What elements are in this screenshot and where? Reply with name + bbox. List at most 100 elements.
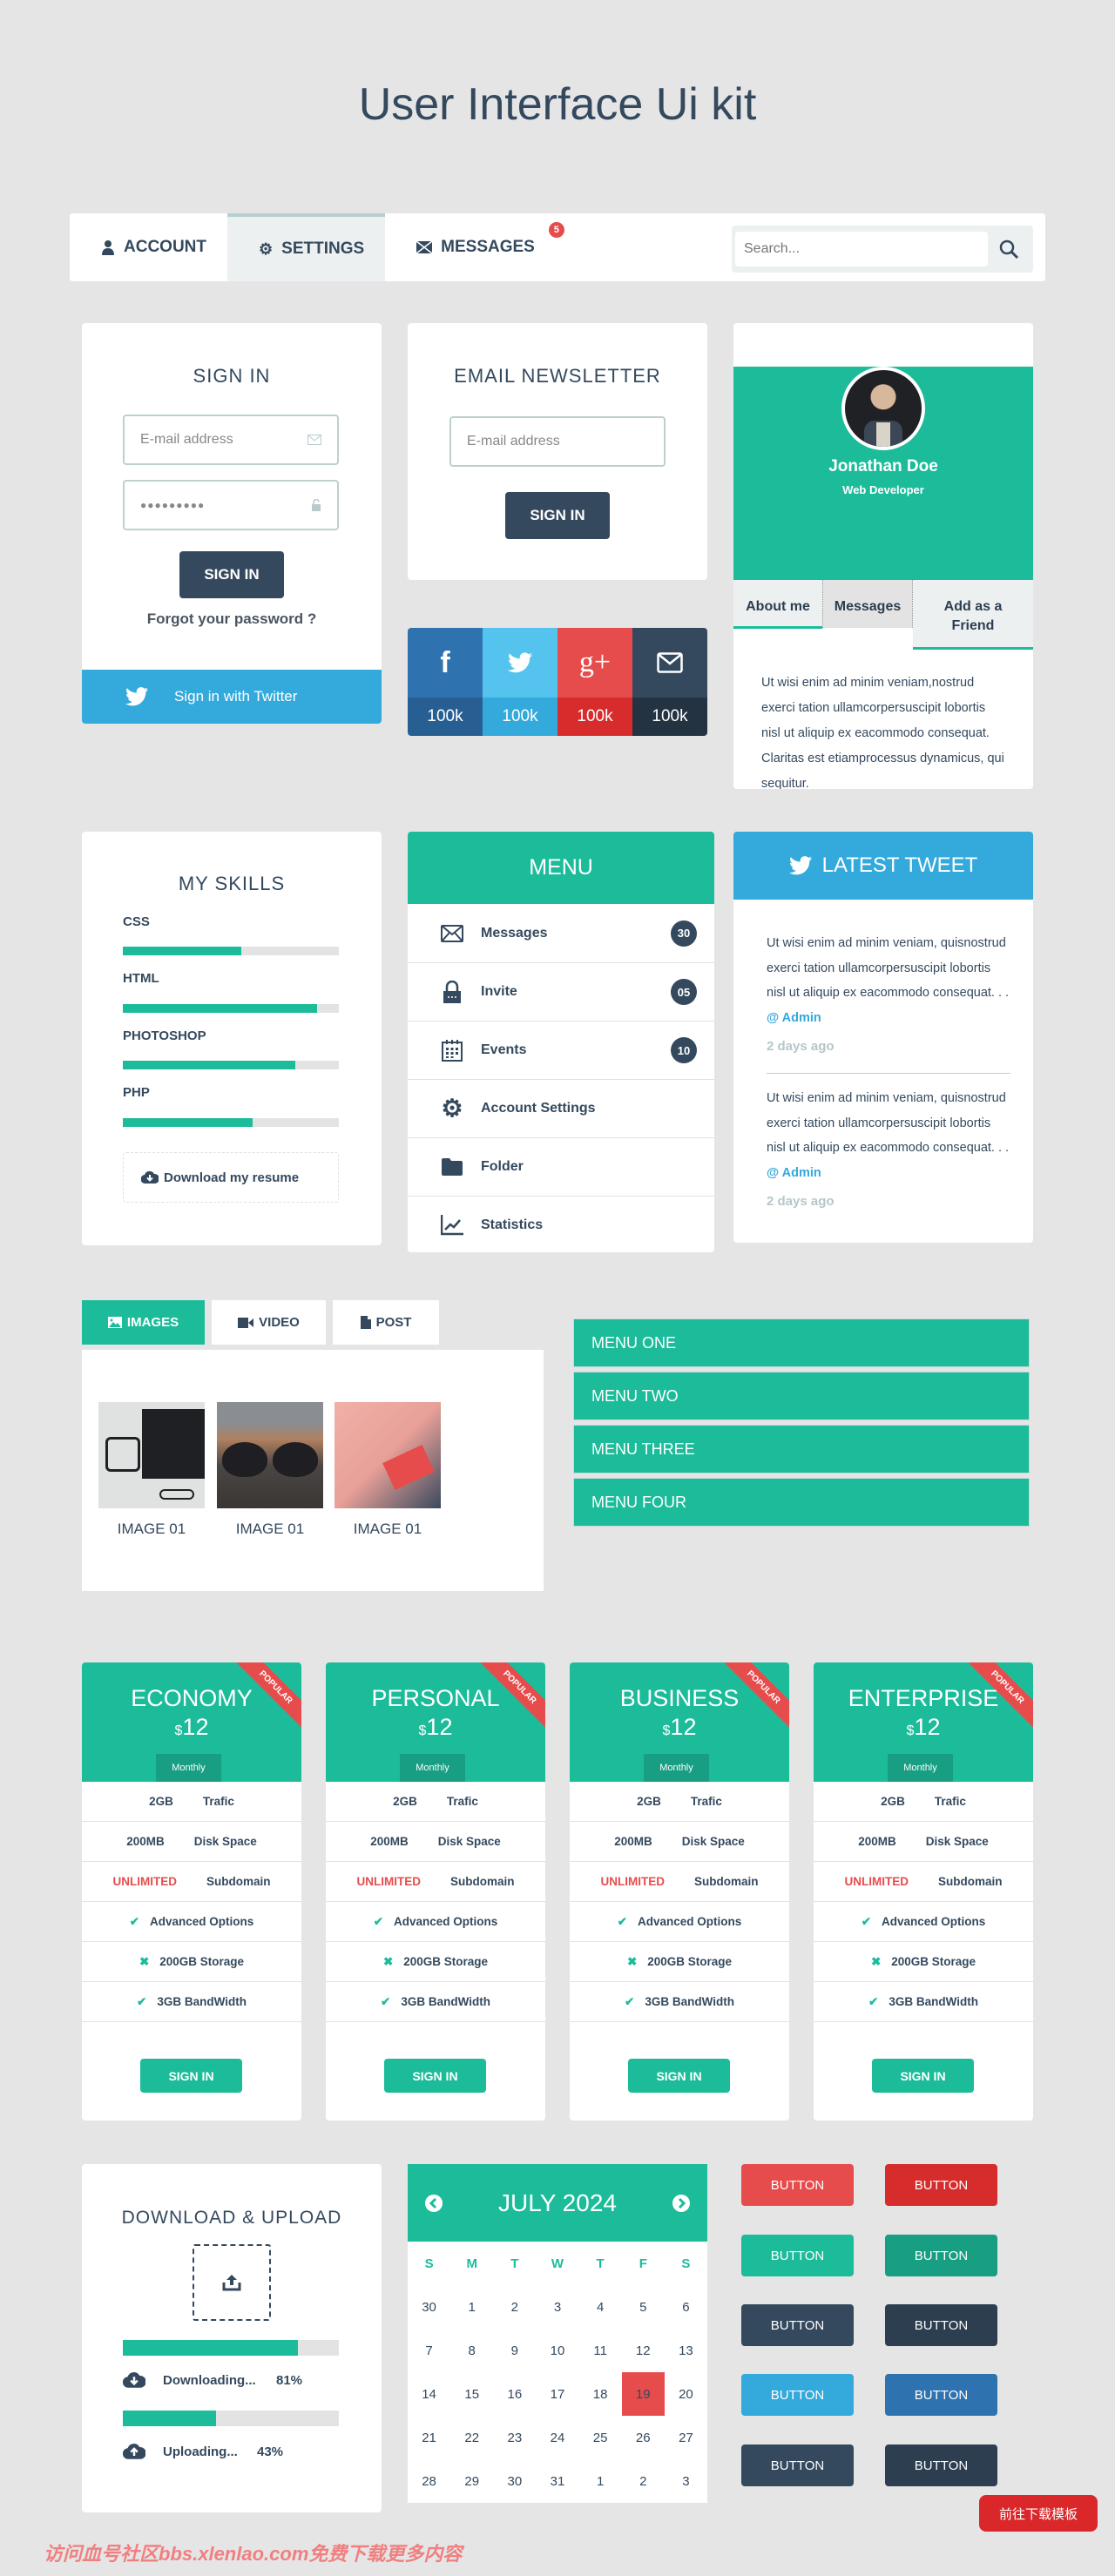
calendar-day[interactable]: 14 [408, 2372, 450, 2416]
calendar-day[interactable]: 11 [579, 2329, 622, 2372]
billing-period: Monthly [156, 1754, 221, 1782]
sample-button[interactable]: BUTTON [741, 2304, 854, 2346]
sample-button[interactable]: BUTTON [885, 2445, 997, 2486]
menu-item-statistics[interactable]: Statistics [408, 1196, 714, 1252]
signin-password-field[interactable]: ●●●●●●●●● [123, 480, 339, 530]
calendar-day[interactable]: 2 [622, 2459, 665, 2503]
calendar-day[interactable]: 22 [450, 2416, 493, 2459]
sample-button[interactable]: BUTTON [885, 2304, 997, 2346]
search-input[interactable] [735, 232, 988, 266]
nav-messages[interactable]: MESSAGES 5 [385, 213, 577, 281]
calendar-day[interactable]: 20 [665, 2372, 707, 2416]
sample-button[interactable]: BUTTON [885, 2235, 997, 2276]
folder-icon [442, 1158, 463, 1176]
download-status: Downloading... 81% [123, 2371, 302, 2389]
accordion-item-one[interactable]: MENU ONE [573, 1318, 1030, 1367]
tweet-author-link[interactable]: @ Admin [767, 1166, 821, 1180]
email-placeholder: E-mail address [140, 432, 233, 447]
calendar-day[interactable]: 7 [408, 2329, 450, 2372]
feature-row: 200MB Disk Space [326, 1822, 545, 1862]
newsletter-signin-button[interactable]: SIGN IN [505, 492, 610, 539]
social-twitter[interactable]: 100k [483, 628, 558, 736]
calendar-day[interactable]: 17 [536, 2372, 578, 2416]
calendar-day[interactable]: 27 [665, 2416, 707, 2459]
download-template-button[interactable]: 前往下载模板 [979, 2495, 1098, 2532]
menu-item-events[interactable]: Events 10 [408, 1021, 714, 1079]
tab-add-friend[interactable]: Add as a Friend [913, 580, 1033, 650]
nav-account[interactable]: ACCOUNT [70, 213, 227, 281]
twitter-signin-button[interactable]: Sign in with Twitter [82, 670, 382, 724]
calendar-day[interactable]: 23 [493, 2416, 536, 2459]
calendar-day[interactable]: 31 [536, 2459, 578, 2503]
social-email[interactable]: 100k [632, 628, 707, 736]
calendar-day[interactable]: 29 [450, 2459, 493, 2503]
calendar-day[interactable]: 3 [536, 2285, 578, 2329]
plan-signin-button[interactable]: SIGN IN [140, 2059, 242, 2093]
sample-button[interactable]: BUTTON [741, 2164, 854, 2206]
feature-row: UNLIMITED Subdomain [814, 1862, 1033, 1902]
calendar-day[interactable]: 10 [536, 2329, 578, 2372]
menu-item-invite[interactable]: Invite 05 [408, 962, 714, 1021]
tab-post[interactable]: POST [333, 1300, 439, 1345]
calendar-day[interactable]: 12 [622, 2329, 665, 2372]
sample-button[interactable]: BUTTON [741, 2374, 854, 2416]
calendar-day[interactable]: 3 [665, 2459, 707, 2503]
social-google-plus[interactable]: g+ 100k [558, 628, 632, 736]
calendar-day[interactable]: 9 [493, 2329, 536, 2372]
menu-item-folder[interactable]: Folder [408, 1137, 714, 1196]
tab-about-me[interactable]: About me [733, 580, 822, 629]
nav-settings[interactable]: ⚙ SETTINGS [227, 213, 386, 281]
calendar-day[interactable]: 8 [450, 2329, 493, 2372]
prev-month-icon[interactable] [425, 2194, 443, 2212]
calendar-day[interactable]: 6 [665, 2285, 707, 2329]
sample-button[interactable]: BUTTON [885, 2374, 997, 2416]
accordion-item-two[interactable]: MENU TWO [573, 1372, 1030, 1420]
calendar-day[interactable]: 24 [536, 2416, 578, 2459]
tab-images[interactable]: IMAGES [82, 1300, 205, 1345]
tweet-author-link[interactable]: @ Admin [767, 1011, 821, 1025]
twitter-icon [508, 652, 532, 673]
facebook-icon: f [408, 628, 483, 698]
sample-button[interactable]: BUTTON [885, 2164, 997, 2206]
tab-messages[interactable]: Messages [822, 580, 913, 628]
calendar-day[interactable]: 5 [622, 2285, 665, 2329]
calendar-day[interactable]: 25 [579, 2416, 622, 2459]
accordion-item-three[interactable]: MENU THREE [573, 1425, 1030, 1473]
calendar-day[interactable]: 21 [408, 2416, 450, 2459]
gallery-image-laptop[interactable] [98, 1402, 205, 1508]
sample-button[interactable]: BUTTON [741, 2445, 854, 2486]
forgot-password-link[interactable]: Forgot your password ? [82, 610, 382, 628]
calendar-day[interactable]: 13 [665, 2329, 707, 2372]
plan-signin-button[interactable]: SIGN IN [628, 2059, 730, 2093]
gallery-image-notebook[interactable] [334, 1402, 441, 1508]
social-facebook[interactable]: f 100k [408, 628, 483, 736]
calendar-day[interactable]: 18 [579, 2372, 622, 2416]
calendar-day-selected[interactable]: 19 [621, 2372, 665, 2416]
plan-signin-button[interactable]: SIGN IN [872, 2059, 974, 2093]
next-month-icon[interactable] [672, 2194, 690, 2212]
menu-item-account-settings[interactable]: ⚙ Account Settings [408, 1079, 714, 1137]
upload-dropzone[interactable] [193, 2244, 271, 2321]
signin-email-field[interactable]: E-mail address [123, 415, 339, 465]
calendar-day[interactable]: 15 [450, 2372, 493, 2416]
gallery-image-sunglasses[interactable] [217, 1402, 323, 1508]
calendar-day[interactable]: 1 [579, 2459, 622, 2503]
plan-signin-button[interactable]: SIGN IN [384, 2059, 486, 2093]
calendar-day[interactable]: 4 [579, 2285, 622, 2329]
newsletter-email-field[interactable]: E-mail address [449, 416, 666, 467]
skill-bar-fill [123, 1118, 253, 1127]
menu-item-messages[interactable]: Messages 30 [408, 904, 714, 962]
calendar-day[interactable]: 2 [493, 2285, 536, 2329]
calendar-day[interactable]: 26 [622, 2416, 665, 2459]
accordion-item-four[interactable]: MENU FOUR [573, 1478, 1030, 1527]
calendar-day[interactable]: 30 [408, 2285, 450, 2329]
signin-button[interactable]: SIGN IN [179, 551, 284, 598]
search-icon[interactable] [998, 239, 1019, 260]
download-resume-button[interactable]: Download my resume [123, 1152, 339, 1203]
calendar-day[interactable]: 16 [493, 2372, 536, 2416]
tab-video[interactable]: VIDEO [212, 1300, 326, 1345]
calendar-day[interactable]: 1 [450, 2285, 493, 2329]
calendar-day[interactable]: 30 [493, 2459, 536, 2503]
calendar-day[interactable]: 28 [408, 2459, 450, 2503]
sample-button[interactable]: BUTTON [741, 2235, 854, 2276]
